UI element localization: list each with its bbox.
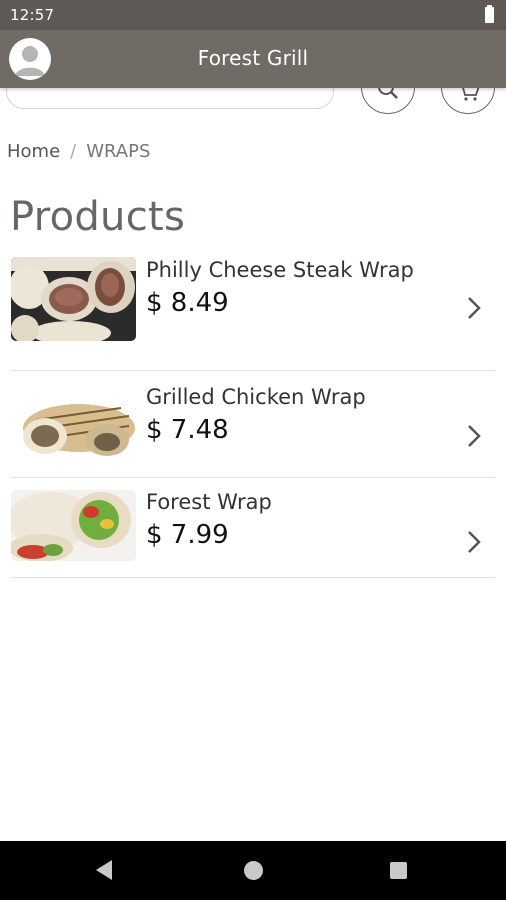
product-row-grilled-chicken[interactable]: Grilled Chicken Wrap $ 7.48 [11, 371, 495, 478]
product-image-grilled-chicken [11, 398, 136, 462]
system-nav-bar [0, 841, 506, 900]
product-name: Philly Cheese Steak Wrap [146, 258, 414, 282]
product-info: Forest Wrap $ 7.99 [146, 489, 446, 552]
recents-icon[interactable] [390, 862, 407, 879]
chevron-right-icon [468, 531, 481, 553]
product-price: $ 7.99 [146, 520, 229, 550]
product-list: Philly Cheese Steak Wrap $ 8.49 Grilled … [11, 250, 495, 578]
chevron-right-icon [468, 425, 481, 447]
status-bar: 12:57 [0, 0, 506, 30]
product-row-philly-cheese-steak[interactable]: Philly Cheese Steak Wrap $ 8.49 [11, 250, 495, 371]
app-bar: Forest Grill [0, 30, 506, 88]
product-price: $ 8.49 [146, 288, 229, 318]
back-icon[interactable] [96, 860, 112, 880]
product-name: Grilled Chicken Wrap [146, 385, 366, 409]
breadcrumb: Home / WRAPS [7, 141, 150, 162]
product-price: $ 7.48 [146, 415, 229, 445]
product-row-forest-wrap[interactable]: Forest Wrap $ 7.99 [11, 478, 495, 578]
breadcrumb-current: WRAPS [86, 141, 151, 162]
product-name: Forest Wrap [146, 490, 272, 514]
home-icon[interactable] [244, 861, 263, 880]
battery-icon [485, 5, 494, 23]
chevron-right-icon [468, 297, 481, 319]
breadcrumb-separator: / [70, 141, 77, 162]
page-title: Products [10, 194, 186, 240]
status-time: 12:57 [10, 6, 55, 24]
breadcrumb-home[interactable]: Home [7, 141, 60, 162]
app-title: Forest Grill [197, 46, 309, 70]
product-info: Grilled Chicken Wrap $ 7.48 [146, 384, 446, 447]
product-image-forest-wrap [11, 490, 136, 561]
product-image-philly-cheese-steak [11, 257, 136, 341]
product-info: Philly Cheese Steak Wrap $ 8.49 [146, 257, 446, 320]
